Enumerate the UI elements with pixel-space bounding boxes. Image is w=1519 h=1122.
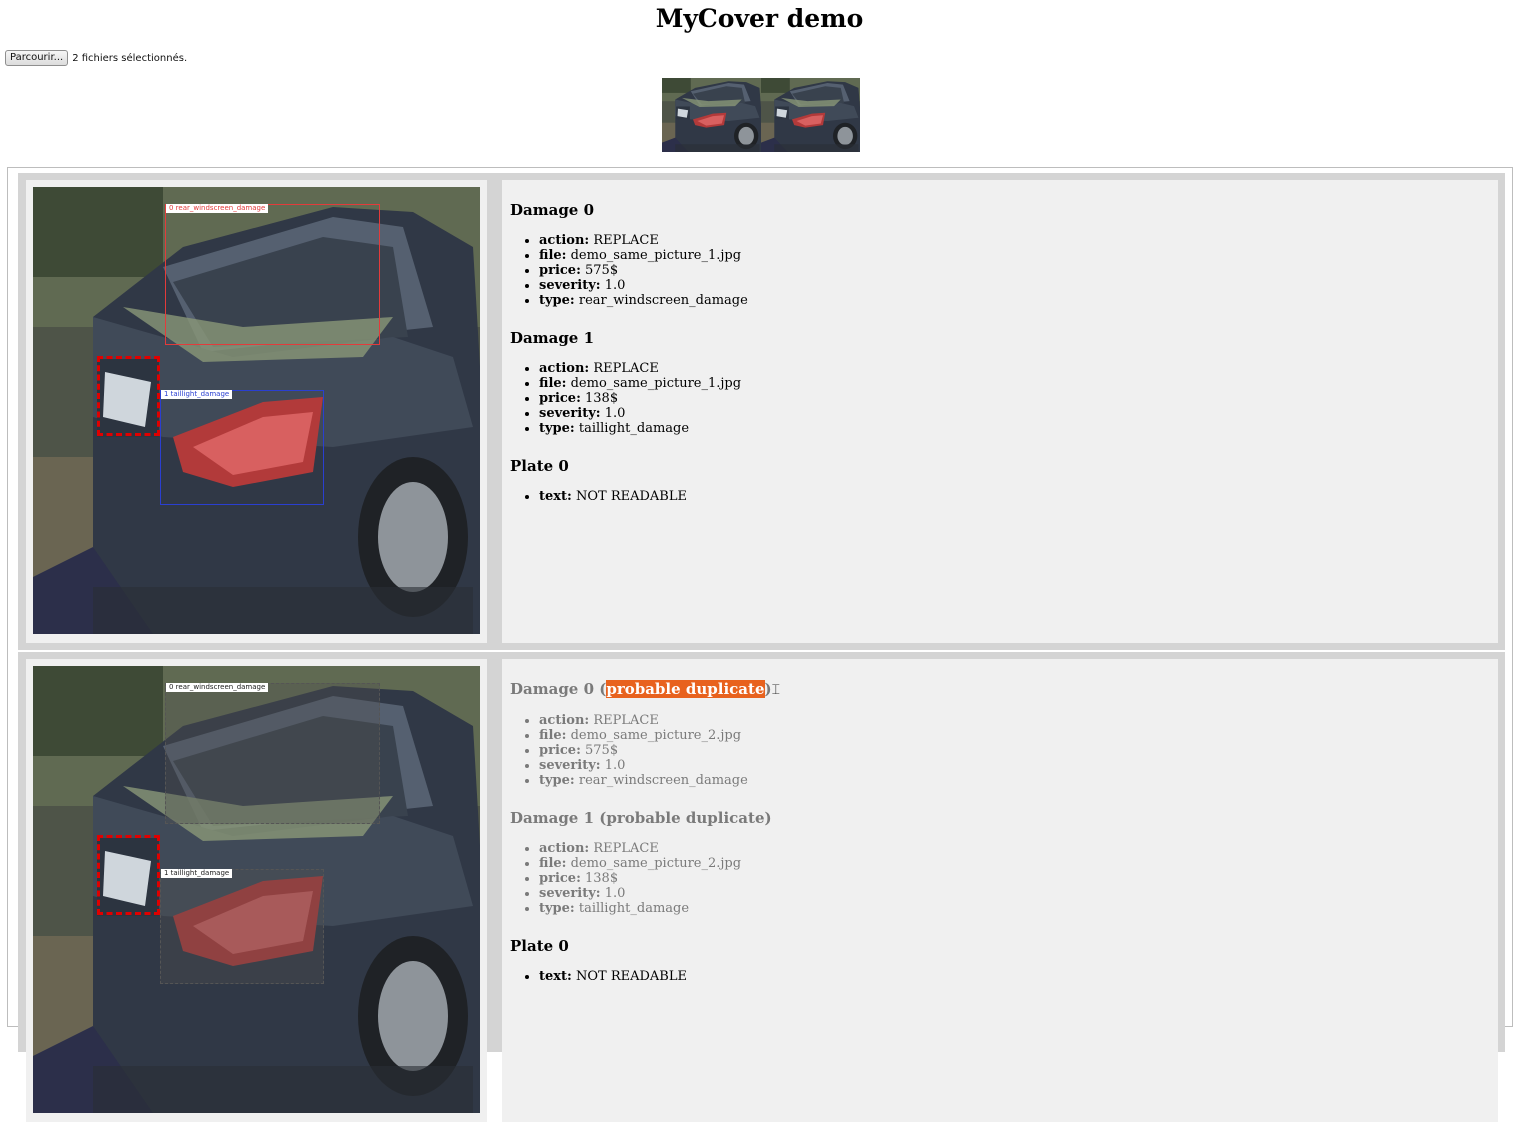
damage-field: file: demo_same_picture_2.jpg [539,856,1490,871]
damage-heading: Damage 1 (probable duplicate) [510,809,772,827]
page-title: MyCover demo [655,4,864,33]
damage-field: price: 575$ [539,743,1490,758]
damage-field: type: rear_windscreen_damage [539,773,1490,788]
damage-field: severity: 1.0 [539,406,1490,421]
damage-field: severity: 1.0 [539,758,1490,773]
damage-field: type: taillight_damage [539,421,1490,436]
damage-info-cell: Damage 0 action: REPLACE file: demo_same… [502,180,1498,643]
damage-box-label: 0 rear_windscreen_damage [166,204,269,213]
selected-text-highlight[interactable]: probable duplicate [606,680,765,698]
plate-bounding-box [97,356,160,436]
damage-field: price: 575$ [539,263,1490,278]
plate-heading: Plate 0 [510,457,569,475]
damage-info-cell: Damage 0 (probable duplicate)⌶ action: R… [502,659,1498,1122]
damage-bounding-box [160,390,324,505]
damage-bounding-box [165,204,380,345]
file-upload-row: Parcourir... 2 fichiers sélectionnés. [5,50,187,66]
damage-field-list: action: REPLACE file: demo_same_picture_… [510,233,1490,308]
damage-heading: Damage 0 (probable duplicate)⌶ [510,680,781,698]
damage-box-label: 1 taillight_damage [161,390,233,399]
file-selection-status: 2 fichiers sélectionnés. [72,52,188,64]
damage-box-label: 1 taillight_damage [161,869,233,878]
annotated-image-cell: 0 rear_windscreen_damage 1 taillight_dam… [26,659,487,1122]
car-photo-thumbnail [662,78,761,152]
thumbnail-strip [662,78,860,152]
car-photo-thumbnail [761,78,860,152]
damage-field: severity: 1.0 [539,886,1490,901]
damage-field: action: REPLACE [539,841,1490,856]
duplicate-bounding-box [165,683,380,824]
damage-field: price: 138$ [539,871,1490,886]
result-entry: 0 rear_windscreen_damage 1 taillight_dam… [18,652,1505,1122]
plate-bounding-box [97,835,160,915]
damage-field: price: 138$ [539,391,1490,406]
browse-button[interactable]: Parcourir... [5,50,69,66]
damage-field-list: action: REPLACE file: demo_same_picture_… [510,713,1490,788]
plate-field: text: NOT READABLE [539,969,1490,984]
damage-field: type: rear_windscreen_damage [539,293,1490,308]
damage-box-label: 0 rear_windscreen_damage [166,683,269,692]
damage-field-list: action: REPLACE file: demo_same_picture_… [510,361,1490,436]
damage-field: severity: 1.0 [539,278,1490,293]
damage-field: type: taillight_damage [539,901,1490,916]
plate-field: text: NOT READABLE [539,489,1490,504]
result-entry: 0 rear_windscreen_damage 1 taillight_dam… [18,173,1505,650]
annotated-car-photo: 0 rear_windscreen_damage 1 taillight_dam… [33,187,480,634]
damage-heading: Damage 1 [510,329,595,347]
damage-heading: Damage 0 [510,201,595,219]
damage-field: action: REPLACE [539,713,1490,728]
plate-field-list: text: NOT READABLE [510,489,1490,504]
damage-field: file: demo_same_picture_1.jpg [539,248,1490,263]
annotated-image-cell: 0 rear_windscreen_damage 1 taillight_dam… [26,180,487,643]
thumbnail-image[interactable] [662,78,761,152]
plate-field-list: text: NOT READABLE [510,969,1490,984]
thumbnail-image[interactable] [761,78,860,152]
damage-field: action: REPLACE [539,233,1490,248]
damage-field: file: demo_same_picture_2.jpg [539,728,1490,743]
damage-field: file: demo_same_picture_1.jpg [539,376,1490,391]
results-panel: 0 rear_windscreen_damage 1 taillight_dam… [7,167,1513,1122]
plate-heading: Plate 0 [510,937,569,955]
duplicate-bounding-box [160,869,324,984]
damage-field-list: action: REPLACE file: demo_same_picture_… [510,841,1490,916]
annotated-car-photo: 0 rear_windscreen_damage 1 taillight_dam… [33,666,480,1113]
text-cursor-icon: ⌶ [771,682,781,698]
damage-field: action: REPLACE [539,361,1490,376]
